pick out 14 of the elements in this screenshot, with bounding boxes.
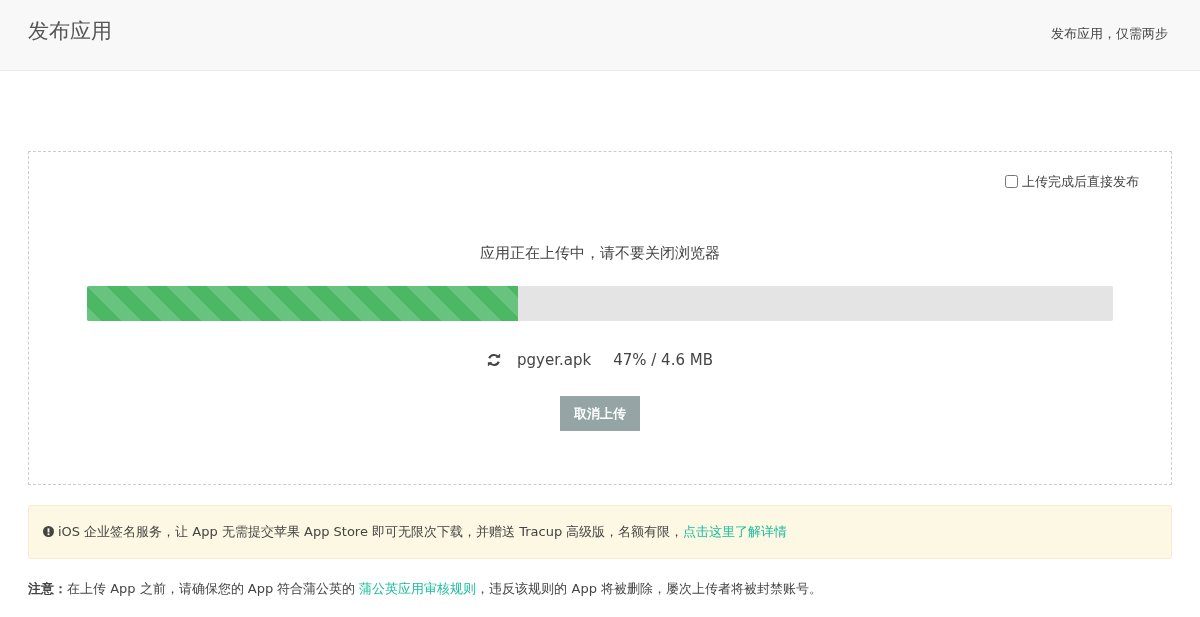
exclamation-icon [43,526,54,538]
auto-publish-checkbox[interactable] [1005,175,1018,189]
auto-publish-label[interactable]: 上传完成后直接发布 [1022,172,1139,192]
page-subtitle: 发布应用，仅需两步 [1051,25,1168,43]
file-name: pgyer.apk [517,350,592,371]
page-title: 发布应用 [28,18,112,45]
details-link[interactable]: 点击这里了解详情 [683,524,788,539]
upload-message: 应用正在上传中，请不要关闭浏览器 [480,243,720,262]
alert-text: iOS 企业签名服务，让 App 无需提交苹果 App Store 即可无限次下载，并赠送 Tracup 高级版，名额有限，点击这里了解详情 [58,523,788,541]
cancel-upload-button[interactable]: 取消上传 [560,395,640,431]
review-rules-link[interactable]: 蒲公英应用审核规则 [359,580,477,596]
notice-text: 注意：在上传 App 之前，请确保您的 App 符合蒲公英的 蒲公英应用审核规则，违反该规则的 App 将被删除，屡次上传者将被封禁账号。 [28,579,824,598]
upload-status: 47% / 4.6 MB [613,350,713,371]
refresh-icon [487,353,502,368]
